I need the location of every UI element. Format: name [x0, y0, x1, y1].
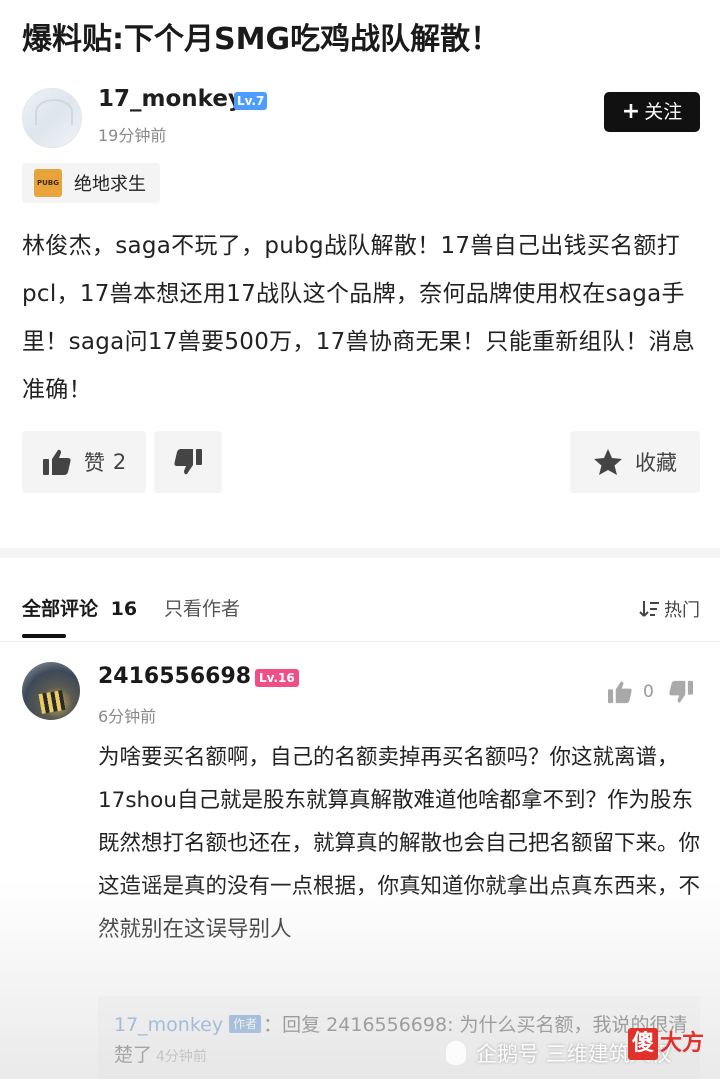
plus-icon: +	[621, 99, 641, 124]
penguin-icon	[446, 1041, 466, 1065]
comment-thumbs-up-icon[interactable]	[607, 680, 633, 704]
comment-like-count: 0	[643, 682, 654, 702]
dislike-button[interactable]	[154, 431, 222, 493]
game-tag[interactable]: PUBG 绝地求生	[22, 163, 160, 203]
tab-all-count: 16	[110, 598, 138, 620]
tab-all-comments[interactable]: 全部评论 16	[22, 594, 138, 638]
section-divider	[0, 548, 720, 558]
post-title: 爆料贴:下个月SMG吃鸡战队解散！	[22, 22, 501, 57]
comment-thumbs-down-icon[interactable]	[668, 680, 694, 704]
reply-user[interactable]: 17_monkey	[114, 1014, 223, 1036]
author-level-badge: Lv.7	[234, 92, 268, 110]
favorite-button[interactable]: 收藏	[570, 431, 700, 493]
comment-tabs: 全部评论 16 只看作者 热门	[22, 594, 700, 638]
reply-time: 4分钟前	[156, 1049, 207, 1065]
author-name[interactable]: 17_monkey	[98, 86, 243, 112]
avatar-image-detail	[38, 690, 66, 714]
author-badge: 作者	[229, 1015, 262, 1033]
post-body: 林俊杰，saga不玩了，pubg战队解散！17兽自己出钱买名额打pcl，17兽本…	[22, 233, 696, 403]
site-logo: 傻 大方	[628, 1026, 706, 1068]
like-count: 2	[112, 450, 127, 474]
commenter-name[interactable]: 2416556698	[98, 664, 251, 689]
thumbs-up-icon	[42, 449, 71, 475]
commenter-level-badge: Lv.16	[255, 669, 299, 687]
sort-label: 热门	[664, 600, 700, 621]
thumbs-down-icon	[174, 449, 202, 475]
follow-label: 关注	[644, 101, 683, 123]
pubg-icon: PUBG	[34, 169, 62, 197]
logo-text: 大方	[660, 1031, 705, 1056]
logo-box: 傻	[628, 1028, 658, 1060]
game-tag-label: 绝地求生	[74, 174, 146, 195]
like-button[interactable]: 赞 2	[22, 431, 146, 493]
tab-all-label: 全部评论	[22, 598, 99, 620]
reply-prefix: ：回复 2416556698:	[263, 1014, 454, 1036]
avatar-decoration	[35, 99, 73, 125]
star-icon	[594, 449, 622, 475]
favorite-label: 收藏	[635, 451, 677, 475]
post-time: 19分钟前	[98, 126, 167, 145]
sort-hot-button[interactable]: 热门	[638, 596, 700, 622]
comment-time: 6分钟前	[98, 707, 157, 726]
tab-author-only[interactable]: 只看作者	[164, 594, 240, 621]
like-label: 赞	[83, 451, 105, 475]
author-row: 17_monkey Lv.7 19分钟前 + 关注	[22, 86, 700, 150]
active-tab-indicator	[22, 634, 66, 638]
tabs-divider	[0, 641, 720, 642]
comment-vote: 0	[607, 680, 694, 704]
sort-icon	[639, 601, 659, 617]
author-avatar[interactable]	[22, 88, 82, 148]
commenter-avatar[interactable]	[22, 662, 80, 720]
follow-button[interactable]: + 关注	[604, 92, 700, 132]
comment-text: 为啥要买名额啊，自己的名额卖掉再买名额吗？你这就离谱，17shou自己就是股东就…	[98, 745, 701, 942]
